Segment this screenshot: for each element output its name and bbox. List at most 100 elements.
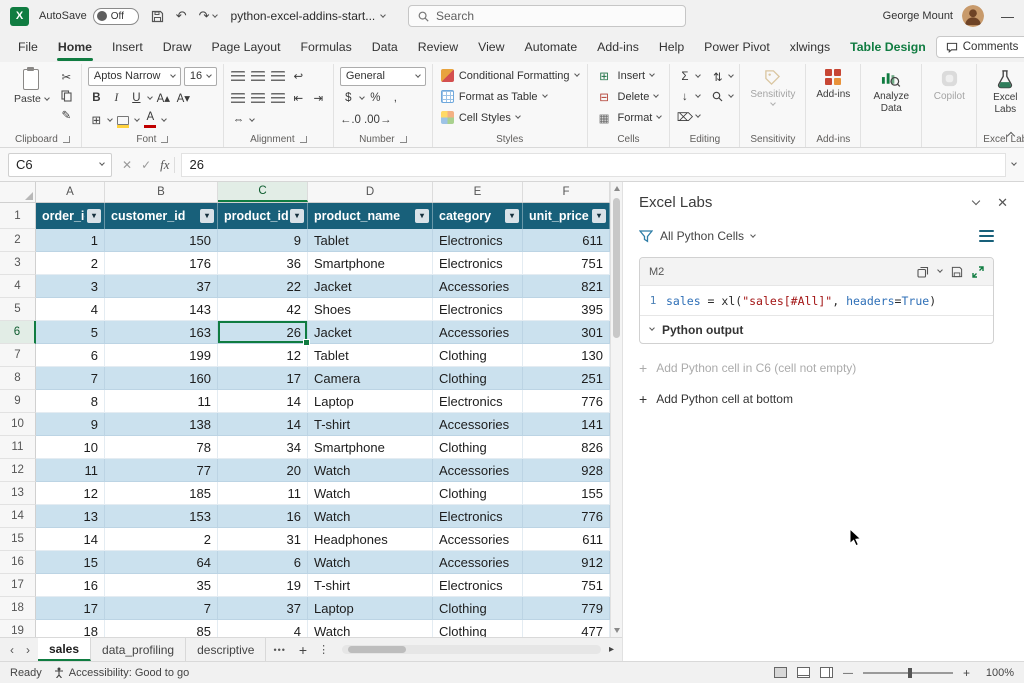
cell-B16[interactable]: 64 [105,551,218,574]
cell-C15[interactable]: 31 [218,528,308,551]
row-number-2[interactable]: 2 [0,229,36,252]
cell-A6[interactable]: 5 [36,321,105,344]
copilot-button[interactable]: Copilot [928,66,970,103]
search-box[interactable]: Search [408,5,686,27]
cell-C16[interactable]: 6 [218,551,308,574]
ribbon-tab-page-layout[interactable]: Page Layout [201,32,290,62]
cell-D13[interactable]: Watch [308,482,433,505]
cell-A3[interactable]: 2 [36,252,105,275]
cell-A11[interactable]: 10 [36,436,105,459]
column-header-B[interactable]: B [105,182,218,202]
underline-dropdown-icon[interactable] [147,94,153,100]
cell-D17[interactable]: T-shirt [308,574,433,597]
row-number-11[interactable]: 11 [0,436,36,459]
cell-E15[interactable]: Accessories [433,528,523,551]
ribbon-tab-file[interactable]: File [8,32,48,62]
clear-icon[interactable]: ⌦ [676,108,693,125]
filter-button-product_id[interactable] [290,209,304,223]
cell-C17[interactable]: 19 [218,574,308,597]
format-cells-button[interactable]: ▦Format [594,108,664,127]
column-header-C[interactable]: C [218,182,308,202]
alignment-dialog-launcher[interactable] [300,136,307,143]
format-as-table-button[interactable]: Format as Table [439,87,581,106]
row-number-1[interactable]: 1 [0,203,36,229]
row-number-4[interactable]: 4 [0,275,36,298]
row-number-16[interactable]: 16 [0,551,36,574]
cell-E14[interactable]: Electronics [433,505,523,528]
copy-icon[interactable] [58,87,75,104]
zoom-out-icon[interactable] [843,667,853,679]
avatar[interactable] [962,5,984,27]
ribbon-tab-formulas[interactable]: Formulas [291,32,362,62]
ribbon-tab-add-ins[interactable]: Add-ins [587,32,649,62]
cell-F15[interactable]: 611 [523,528,610,551]
redo-dropdown-icon[interactable] [212,12,218,18]
cell-F12[interactable]: 928 [523,459,610,482]
cell-F2[interactable]: 611 [523,229,610,252]
cell-E12[interactable]: Accessories [433,459,523,482]
cell-E17[interactable]: Electronics [433,574,523,597]
cell-F9[interactable]: 776 [523,390,610,413]
cell-E18[interactable]: Clothing [433,597,523,620]
cell-D11[interactable]: Smartphone [308,436,433,459]
cell-F19[interactable]: 477 [523,620,610,637]
undo-icon[interactable]: ↶ [176,8,187,24]
cell-A17[interactable]: 16 [36,574,105,597]
cancel-entry-icon[interactable]: ✕ [122,158,132,172]
cell-F11[interactable]: 826 [523,436,610,459]
page-break-view-icon[interactable] [820,667,833,678]
format-painter-icon[interactable]: ✎ [58,106,75,123]
column-header-D[interactable]: D [308,182,433,202]
cell-E9[interactable]: Electronics [433,390,523,413]
cell-A4[interactable]: 3 [36,275,105,298]
cell-D5[interactable]: Shoes [308,298,433,321]
sheet-nav-right-icon[interactable]: › [20,643,36,657]
cell-D15[interactable]: Headphones [308,528,433,551]
wrap-text-button[interactable]: ↩ [290,68,307,85]
cell-D16[interactable]: Watch [308,551,433,574]
filter-button-category[interactable] [505,209,519,223]
cell-E2[interactable]: Electronics [433,229,523,252]
scroll-up-icon[interactable] [614,186,620,191]
header-cell-product_name[interactable]: product_name [308,203,433,229]
cell-B11[interactable]: 78 [105,436,218,459]
cell-C8[interactable]: 17 [218,367,308,390]
header-cell-category[interactable]: category [433,203,523,229]
code-editor[interactable]: 1 sales = xl("sales[#All]", headers=True… [640,285,993,315]
sort-filter-icon[interactable]: ⇅ [709,68,726,85]
font-dialog-launcher[interactable] [161,136,168,143]
row-number-6[interactable]: 6 [0,321,36,344]
expand-cell-icon[interactable] [972,266,984,278]
sheet-tab-descriptive[interactable]: descriptive [186,638,266,661]
cell-C13[interactable]: 11 [218,482,308,505]
insert-function-icon[interactable]: fx [160,157,169,173]
cell-D10[interactable]: T-shirt [308,413,433,436]
delete-cells-button[interactable]: ⊟Delete [594,87,664,106]
row-number-15[interactable]: 15 [0,528,36,551]
sheet-tab-data_profiling[interactable]: data_profiling [91,638,186,661]
cell-C18[interactable]: 37 [218,597,308,620]
cell-F17[interactable]: 751 [523,574,610,597]
increase-indent-button[interactable]: ⇥ [310,90,327,107]
cell-A15[interactable]: 14 [36,528,105,551]
cell-E13[interactable]: Clothing [433,482,523,505]
cell-D8[interactable]: Camera [308,367,433,390]
shrink-font-button[interactable]: A▾ [175,90,192,107]
ribbon-tab-table-design[interactable]: Table Design [840,32,936,62]
cell-D7[interactable]: Tablet [308,344,433,367]
align-top-button[interactable] [230,68,247,85]
filter-dropdown-icon[interactable] [750,232,756,238]
name-box[interactable]: C6 [8,153,112,177]
cell-E10[interactable]: Accessories [433,413,523,436]
comma-style-button[interactable]: , [387,90,404,107]
cell-B9[interactable]: 11 [105,390,218,413]
cell-D19[interactable]: Watch [308,620,433,637]
expand-formula-bar-icon[interactable] [1011,160,1017,166]
python-cells-filter[interactable]: All Python Cells [660,229,744,243]
row-number-18[interactable]: 18 [0,597,36,620]
panel-close-icon[interactable]: ✕ [997,195,1008,211]
comments-button[interactable]: Comments [936,36,1024,58]
horizontal-scrollbar[interactable] [342,645,601,654]
column-header-E[interactable]: E [433,182,523,202]
sheet-options-icon[interactable] [313,643,334,656]
